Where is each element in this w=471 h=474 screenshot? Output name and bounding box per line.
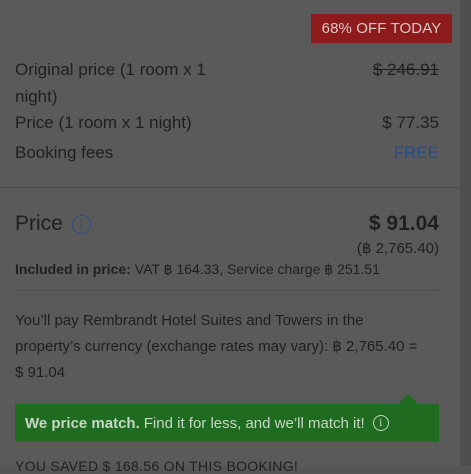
scrollbar-track[interactable] bbox=[460, 0, 471, 466]
booking-fees-value: FREE bbox=[393, 143, 439, 162]
price-match-bold: We price match. bbox=[25, 414, 140, 432]
original-price-value: $ 246.91 bbox=[372, 60, 439, 79]
discount-badge: 68% OFF TODAY bbox=[311, 14, 452, 43]
price-match-arrow bbox=[398, 394, 418, 404]
included-label: Included in price: bbox=[15, 261, 131, 277]
price-match-banner[interactable]: We price match. Find it for less, and we… bbox=[15, 404, 439, 442]
included-in-price: Included in price: VAT ฿ 164.33, Service… bbox=[15, 261, 380, 278]
original-price-label-line2: night) bbox=[15, 87, 58, 106]
room-price-label: Price (1 room x 1 night) bbox=[15, 113, 192, 132]
currency-note-line3: $ 91.04 bbox=[15, 364, 66, 381]
room-price-value: $ 77.35 bbox=[382, 113, 439, 132]
price-total: $ 91.04 bbox=[368, 212, 439, 235]
inner-divider bbox=[15, 290, 439, 291]
original-price-label-line1: Original price (1 room x 1 bbox=[15, 60, 206, 79]
savings-text: YOU SAVED $ 168.56 ON THIS BOOKING! bbox=[15, 458, 299, 474]
price-breakdown-card: 68% OFF TODAY Original price (1 room x 1… bbox=[0, 0, 460, 474]
price-match-text: Find it for less, and we’ll match it! bbox=[143, 414, 365, 432]
original-price-label: Original price (1 room x 1 night) bbox=[15, 56, 206, 110]
info-icon[interactable]: i bbox=[72, 215, 91, 234]
currency-note-line2: property’s currency (exchange rates may … bbox=[15, 338, 418, 355]
booking-fees-label: Booking fees bbox=[15, 143, 114, 162]
section-divider bbox=[0, 187, 460, 188]
included-text: VAT ฿ 164.33, Service charge ฿ 251.51 bbox=[134, 261, 380, 277]
info-icon[interactable]: i bbox=[372, 415, 389, 431]
price-local-currency: (฿ 2,765.40) bbox=[356, 240, 439, 257]
price-title: Price bbox=[15, 212, 63, 235]
currency-note: You’ll pay Rembrandt Hotel Suites and To… bbox=[15, 308, 445, 386]
currency-note-line1: You’ll pay Rembrandt Hotel Suites and To… bbox=[15, 312, 364, 329]
original-price-row: Original price (1 room x 1 night) $ 246.… bbox=[15, 56, 439, 106]
